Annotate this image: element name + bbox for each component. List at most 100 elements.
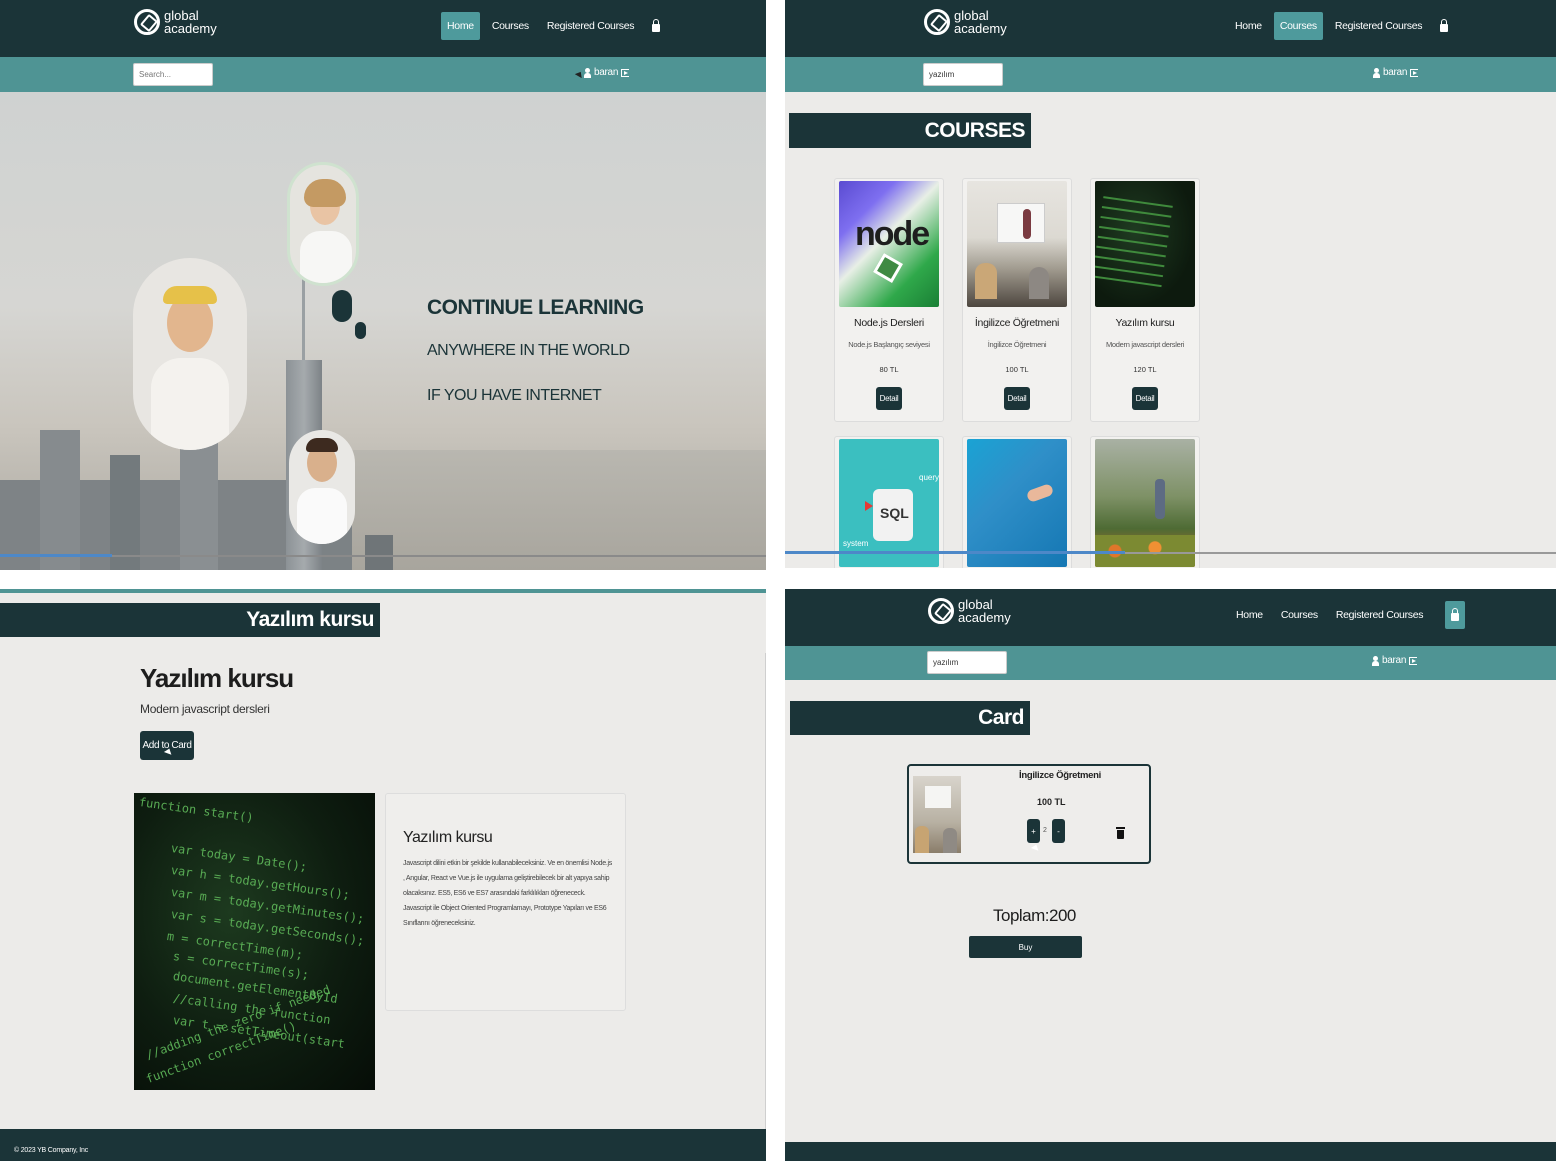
nav-registered-courses[interactable]: Registered Courses xyxy=(1329,12,1428,40)
course-title: Node.js Dersleri xyxy=(854,317,924,329)
hero-line-2: ANYWHERE IN THE WORLD xyxy=(427,342,630,359)
cart-item-image xyxy=(913,776,961,853)
footer xyxy=(785,1142,1556,1161)
cart-button[interactable] xyxy=(646,12,666,40)
section-title: COURSES xyxy=(789,113,1031,148)
nav-links: Home Courses Registered Courses xyxy=(441,12,666,40)
nav-registered-courses[interactable]: Registered Courses xyxy=(541,12,640,40)
navbar: global academy Home Courses Registered Co… xyxy=(0,0,766,57)
user-menu[interactable]: baran xyxy=(1372,655,1418,666)
navbar: global academy Home Courses Registered Co… xyxy=(785,589,1556,646)
logo-icon xyxy=(134,9,160,35)
course-title: Yazılım kursu xyxy=(140,663,294,693)
sql-label: SQL xyxy=(880,505,909,521)
course-title: Yazılım kursu xyxy=(1115,317,1175,329)
nav-home[interactable]: Home xyxy=(441,12,480,40)
code-line: function start() xyxy=(138,795,255,825)
trash-icon[interactable] xyxy=(1116,827,1125,839)
logout-icon[interactable] xyxy=(621,68,630,77)
top-accent-bar xyxy=(0,589,766,593)
course-image: SQL query system xyxy=(839,439,939,567)
cart-button[interactable] xyxy=(1434,12,1454,40)
cart-button[interactable] xyxy=(1445,601,1466,629)
course-price: 120 TL xyxy=(1133,365,1157,374)
nav-registered-courses[interactable]: Registered Courses xyxy=(1330,601,1429,629)
search-input[interactable] xyxy=(133,63,213,86)
nav-home[interactable]: Home xyxy=(1230,601,1269,629)
avatar-woman-smiling xyxy=(287,162,359,286)
nav-courses[interactable]: Courses xyxy=(486,12,535,40)
lock-icon xyxy=(652,19,661,32)
course-card-english: İngilizce Öğretmeni İngilizce Öğretmeni … xyxy=(962,178,1072,422)
video-progress-track[interactable] xyxy=(0,555,766,557)
detail-button[interactable]: Detail xyxy=(1004,387,1030,410)
water xyxy=(350,450,766,570)
detail-button[interactable]: Detail xyxy=(876,387,902,410)
section-title: Yazılım kursu xyxy=(0,603,380,637)
user-menu[interactable]: baran xyxy=(584,67,630,78)
user-name: baran xyxy=(594,67,619,78)
subbar: baran xyxy=(0,57,766,92)
logo-text-line2: academy xyxy=(954,21,1007,36)
course-description: Node.js Başlangıç seviyesi xyxy=(848,340,930,349)
video-progress-fill xyxy=(0,554,112,557)
section-title: Card xyxy=(790,701,1030,735)
course-card-sql: SQL query system xyxy=(834,436,944,568)
nav-courses[interactable]: Courses xyxy=(1273,12,1323,40)
increase-quantity-button[interactable]: + xyxy=(1027,819,1040,843)
logo[interactable]: global academy xyxy=(924,9,1007,35)
logo[interactable]: global academy xyxy=(134,9,217,35)
courses-screen: global academy Home Courses Registered Co… xyxy=(785,0,1556,568)
nav-links: Home Courses Registered Courses xyxy=(1230,601,1466,629)
video-progress-fill xyxy=(785,551,1125,554)
course-image-code: function start() var today = Date(); var… xyxy=(134,793,375,1090)
course-image xyxy=(1095,439,1195,567)
course-title: İngilizce Öğretmeni xyxy=(974,317,1060,329)
course-card-nodejs: node Node.js Dersleri Node.js Başlangıç … xyxy=(834,178,944,422)
logo-text-line2: academy xyxy=(164,21,217,36)
description-title: Yazılım kursu xyxy=(403,829,493,846)
cart-screen: global academy Home Courses Registered Co… xyxy=(785,589,1556,1161)
course-card-swimming xyxy=(962,436,1072,568)
subbar: baran xyxy=(785,57,1556,92)
nav-courses[interactable]: Courses xyxy=(1275,601,1324,629)
hero-line-3: IF YOU HAVE INTERNET xyxy=(427,387,602,404)
search-input[interactable] xyxy=(927,651,1007,674)
navbar: global academy Home Courses Registered Co… xyxy=(785,0,1556,57)
logo[interactable]: global academy xyxy=(928,598,1011,624)
buy-button[interactable]: Buy xyxy=(969,936,1082,958)
cart-item-price: 100 TL xyxy=(1037,797,1066,807)
detail-button[interactable]: Detail xyxy=(1132,387,1158,410)
cart-item: İngilizce Öğretmeni 100 TL + 2 - xyxy=(907,764,1151,864)
footer: © 2023 YB Company, Inc xyxy=(0,1129,766,1161)
hero-banner: CONTINUE LEARNING ANYWHERE IN THE WORLD … xyxy=(0,92,766,570)
logout-icon[interactable] xyxy=(1409,656,1418,665)
nav-home[interactable]: Home xyxy=(1229,12,1268,40)
quantity-value: 2 xyxy=(1043,827,1047,834)
course-image xyxy=(1095,181,1195,307)
course-description: Modern javascript dersleri xyxy=(1105,340,1185,349)
decrease-quantity-button[interactable]: - xyxy=(1052,819,1065,843)
lock-icon xyxy=(1451,608,1460,621)
course-card-gardening xyxy=(1090,436,1200,568)
course-subtitle: Modern javascript dersleri xyxy=(140,702,270,716)
user-name: baran xyxy=(1382,655,1407,666)
lock-icon xyxy=(1440,19,1449,32)
user-menu[interactable]: baran xyxy=(1373,67,1419,78)
user-icon xyxy=(1373,67,1380,78)
logout-icon[interactable] xyxy=(1410,68,1419,77)
course-detail-screen: Yazılım kursu Yazılım kursu Modern javas… xyxy=(0,589,766,1161)
cart-item-title: İngilizce Öğretmeni xyxy=(1019,770,1101,781)
avatar-woman-laughing xyxy=(133,258,247,450)
course-description-box: Yazılım kursu Javascript dilini etkin bi… xyxy=(385,793,626,1011)
subbar: baran xyxy=(785,646,1556,680)
course-image xyxy=(967,181,1067,307)
footer-copyright: © 2023 YB Company, Inc xyxy=(14,1147,89,1154)
course-description: İngilizce Öğretmeni xyxy=(987,340,1047,349)
user-name: baran xyxy=(1383,67,1408,78)
search-input[interactable] xyxy=(923,63,1003,86)
course-image: node xyxy=(839,181,939,307)
course-card-software: Yazılım kursu Modern javascript dersleri… xyxy=(1090,178,1200,422)
add-to-card-button[interactable]: Add to Card xyxy=(140,731,194,760)
course-image xyxy=(967,439,1067,567)
